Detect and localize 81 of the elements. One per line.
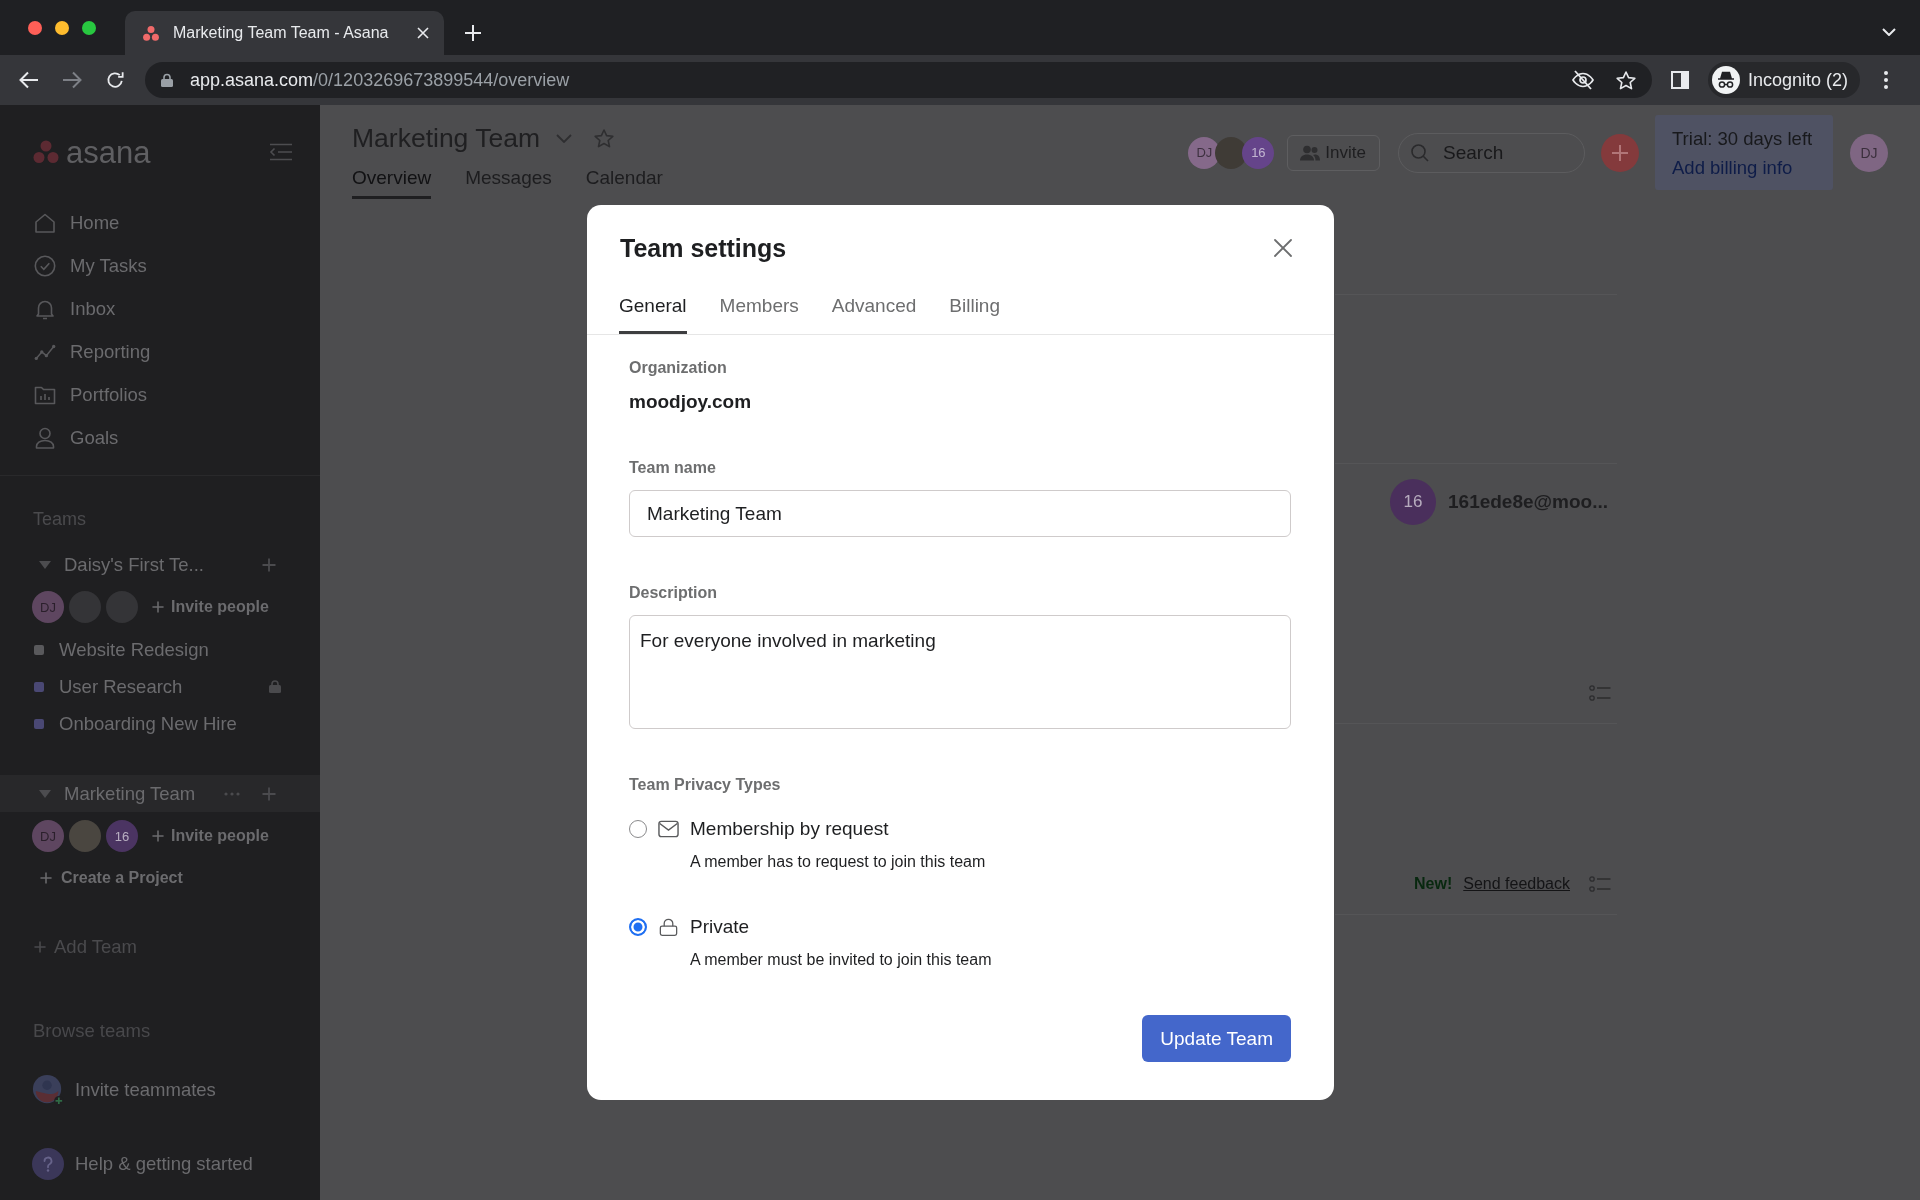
plus-icon [152,601,164,613]
description-field[interactable]: For everyone involved in marketing [629,615,1291,729]
sidebar-nav-item[interactable]: Reporting [0,330,320,373]
close-window-icon[interactable] [28,21,42,35]
checklist-icon[interactable] [1589,876,1611,892]
option-title: Private [690,915,750,939]
plus-icon [152,830,164,842]
home-icon [34,211,56,234]
people-icon [1300,144,1321,161]
more-icon[interactable] [1884,71,1889,89]
address-bar[interactable]: app.asana.com/0/1203269673899544/overview [145,62,1652,98]
radio-button[interactable] [629,918,647,936]
avatar-plus-icon [32,1074,64,1106]
person-icon [34,426,56,449]
dots-logo-icon [143,25,159,41]
browser-tab[interactable]: Marketing Team Team - Asana [125,11,444,55]
radio-button[interactable] [629,820,647,838]
dialog-title: Team settings [620,233,787,263]
field-label: Team Privacy Types [629,775,781,795]
new-label: New! [1414,875,1453,893]
update-team-button[interactable]: Update Team [1142,1015,1291,1062]
back-arrow-icon[interactable] [19,71,39,89]
invite-people-button[interactable]: Invite people [152,598,269,616]
user-avatar[interactable]: DJ [1850,133,1888,172]
reload-icon[interactable] [105,71,125,89]
sidebar-project-item[interactable]: User Research [0,668,320,705]
add-billing-link[interactable]: Add billing info [1672,155,1793,179]
help-button[interactable]: Help & getting started [0,1144,261,1184]
invite-people-button[interactable]: Invite people [152,827,269,845]
invite-teammates-button[interactable]: Invite teammates [0,1070,224,1110]
envelope-icon [658,820,679,838]
page-tab[interactable]: Overview [352,167,432,199]
dialog-tab[interactable]: Billing [949,295,1000,334]
field-label: Description [629,583,717,603]
dialog-tab[interactable]: General [619,295,687,334]
field-label: Organization [629,358,727,378]
sidebar-team-item[interactable]: Daisy's First Te... [0,546,320,583]
eye-slash-icon[interactable] [1572,70,1594,90]
sidebar-nav-item[interactable]: Inbox [0,287,320,330]
sidebar-nav-item[interactable]: My Tasks [0,244,320,287]
trial-text: Trial: 30 days left [1672,126,1813,150]
organization-value: moodjoy.com [629,390,752,414]
forward-arrow-icon[interactable] [62,71,82,89]
create-project-button[interactable]: Create a Project [0,860,320,896]
close-icon[interactable] [1274,239,1292,257]
checklist-icon[interactable] [1589,685,1611,701]
sidebar-project-item[interactable]: Onboarding New Hire [0,705,320,742]
plus-icon [34,941,46,953]
option-title: Membership by request [690,817,889,841]
incognito-icon [1712,66,1740,94]
help-icon [32,1148,64,1180]
avatar: 16 [1242,136,1275,169]
plus-icon [262,557,276,572]
check-circle-icon [34,254,56,277]
option-description: A member has to request to join this team [690,852,987,872]
avatar: 16 [106,820,138,852]
option-description: A member must be invited to join this team [690,950,993,970]
dialog-tab[interactable]: Members [719,295,799,334]
plus-icon [40,872,52,884]
minimize-window-icon[interactable] [55,21,69,35]
sidebar-project-item[interactable]: Website Redesign [0,631,320,668]
side-panel-icon[interactable] [1671,71,1689,89]
dots-logo-icon [33,140,59,164]
search-icon [1411,143,1429,162]
zoom-window-icon[interactable] [82,21,96,35]
field-label: Team name [629,458,716,478]
plus-icon [262,786,276,801]
sidebar-nav-item[interactable]: Portfolios [0,373,320,416]
lock-icon [658,918,679,936]
sidebar-nav-item[interactable]: Goals [0,416,320,459]
profile-button[interactable]: Incognito (2) [1708,62,1861,98]
avatar-photo [69,820,101,852]
send-feedback-link[interactable]: Send feedback [1463,875,1570,893]
sidebar-nav-item[interactable]: Home [0,201,320,244]
dialog-tab[interactable]: Advanced [831,295,917,334]
logo-wordmark[interactable]: asana [66,136,151,168]
avatar: 16 [1390,479,1436,525]
lock-icon[interactable] [161,73,173,87]
star-icon[interactable] [594,128,615,148]
team-name-field[interactable]: Marketing Team [629,490,1291,537]
plus-icon[interactable] [465,25,481,41]
